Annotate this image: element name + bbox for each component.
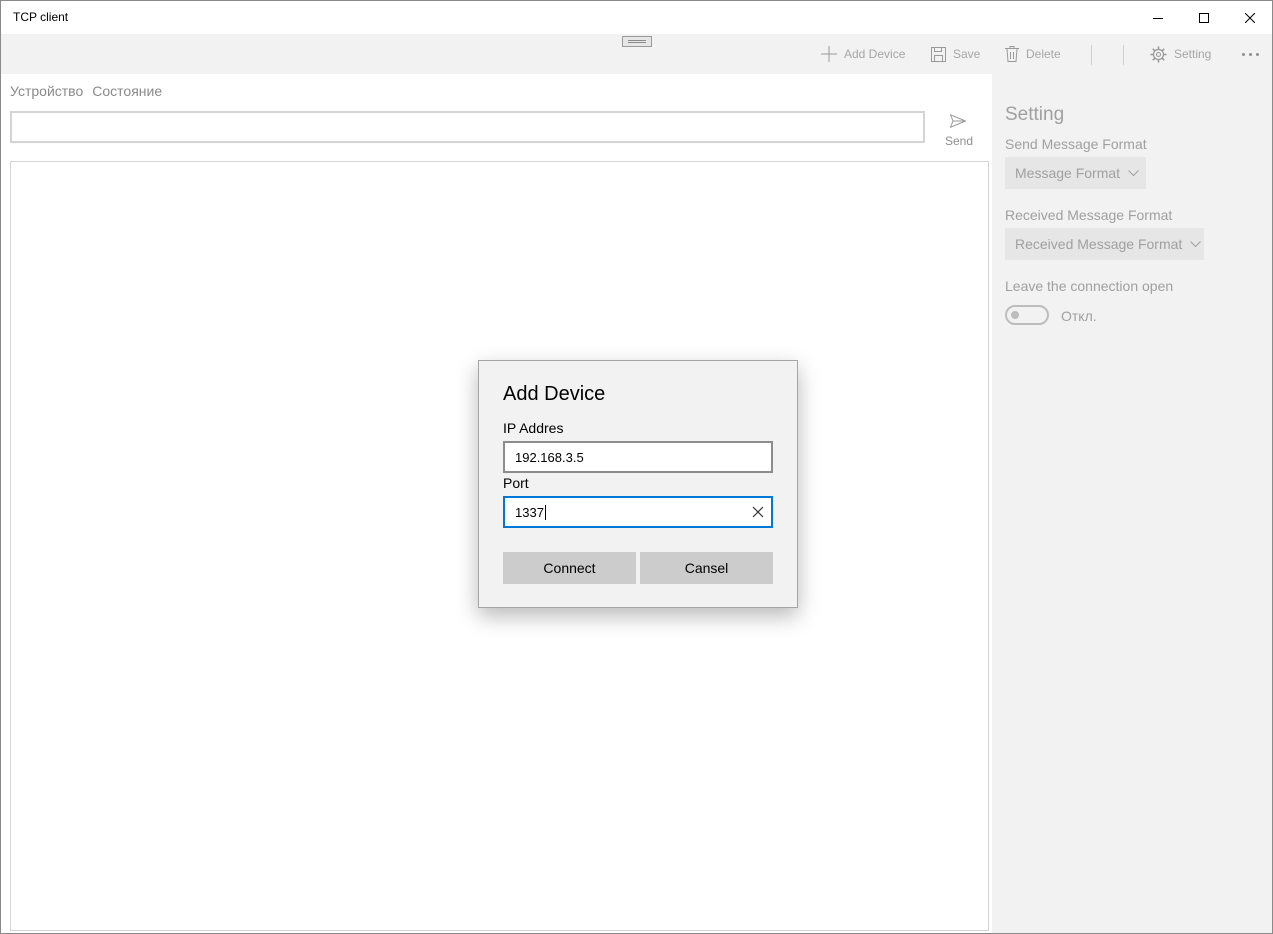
port-value: 1337 — [515, 504, 544, 520]
keep-open-label: Leave the connection open — [1005, 278, 1174, 294]
send-format-value: Message Format — [1015, 165, 1121, 181]
setting-button[interactable]: Setting — [1150, 34, 1211, 74]
received-format-value: Received Message Format — [1015, 236, 1183, 252]
add-device-label: Add Device — [844, 47, 906, 61]
title-bar[interactable]: TCP client — [1, 1, 1272, 34]
gear-icon — [1150, 46, 1167, 62]
message-input[interactable] — [10, 111, 925, 143]
send-format-label: Send Message Format — [1005, 136, 1147, 152]
add-device-button[interactable]: Add Device — [821, 34, 905, 74]
send-format-dropdown[interactable]: Message Format — [1005, 157, 1146, 189]
pane-grip-handle[interactable] — [622, 36, 652, 47]
ellipsis-dot-icon — [1248, 52, 1252, 56]
floppy-disk-icon — [931, 46, 946, 62]
settings-pane: Setting Send Message Format Message Form… — [992, 74, 1272, 933]
command-separator — [1091, 45, 1092, 65]
minimize-button[interactable] — [1135, 1, 1181, 34]
chevron-down-icon — [1128, 169, 1139, 176]
keep-open-state: Откл. — [1061, 308, 1097, 324]
settings-title: Setting — [1005, 104, 1065, 125]
ellipsis-dot-icon — [1241, 52, 1245, 56]
delete-button[interactable]: Delete — [1005, 34, 1061, 74]
send-button[interactable]: Send — [939, 109, 979, 151]
text-caret — [544, 504, 546, 520]
ip-address-value: 192.168.3.5 — [515, 449, 584, 465]
plus-icon — [821, 46, 837, 62]
save-label: Save — [953, 47, 981, 61]
ip-address-label: IP Addres — [503, 420, 564, 436]
dialog-title: Add Device — [503, 383, 606, 405]
clear-icon[interactable] — [752, 506, 764, 518]
minimize-icon — [1153, 17, 1163, 19]
port-input[interactable]: 1337 — [503, 496, 773, 528]
setting-label: Setting — [1174, 47, 1212, 61]
device-tabs: Устройство Состояние — [10, 83, 162, 99]
maximize-icon — [1199, 12, 1209, 23]
send-arrow-icon — [950, 114, 966, 128]
close-icon — [1245, 12, 1255, 23]
app-window: TCP client Add Device Save Delete Settin… — [0, 0, 1273, 934]
maximize-button[interactable] — [1181, 1, 1227, 34]
send-label: Send — [944, 134, 974, 148]
toggle-knob — [1011, 311, 1019, 319]
delete-label: Delete — [1026, 47, 1061, 61]
received-format-dropdown[interactable]: Received Message Format — [1005, 228, 1204, 260]
cancel-button[interactable]: Cansel — [640, 552, 773, 584]
received-format-label: Received Message Format — [1005, 207, 1173, 223]
add-device-dialog: Add Device IP Addres 192.168.3.5 Port 13… — [478, 360, 798, 608]
more-options-button[interactable] — [1238, 34, 1262, 74]
ellipsis-dot-icon — [1255, 52, 1259, 56]
tab-device[interactable]: Устройство — [10, 83, 83, 99]
save-button[interactable]: Save — [931, 34, 980, 74]
port-label: Port — [503, 475, 529, 491]
command-separator — [1123, 45, 1124, 65]
chevron-down-icon — [1190, 240, 1202, 247]
command-bar: Add Device Save Delete Setting — [1, 34, 1272, 74]
keep-open-toggle[interactable] — [1005, 305, 1049, 325]
window-title: TCP client — [13, 10, 69, 24]
trash-icon — [1005, 46, 1019, 62]
ip-address-input[interactable]: 192.168.3.5 — [503, 441, 773, 473]
connect-button[interactable]: Connect — [503, 552, 636, 584]
tab-status[interactable]: Состояние — [92, 83, 162, 99]
close-button[interactable] — [1227, 1, 1272, 34]
